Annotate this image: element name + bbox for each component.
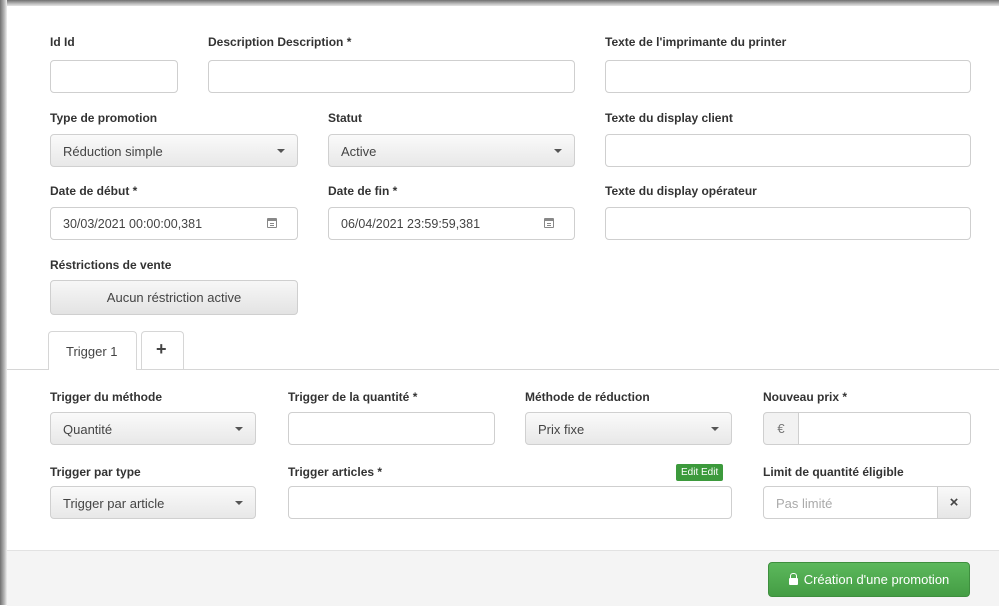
- close-icon[interactable]: ×: [937, 486, 971, 519]
- status-label: Statut: [328, 111, 362, 125]
- eligible-limit-input[interactable]: Pas limité: [763, 486, 938, 519]
- printer-text-label: Texte de l'imprimante du printer: [605, 35, 787, 49]
- chevron-down-icon: [277, 149, 285, 153]
- chevron-down-icon: [235, 427, 243, 431]
- trigger-articles-input[interactable]: [288, 486, 732, 519]
- tab-add[interactable]: +: [141, 331, 184, 369]
- window-left-edge: [0, 0, 7, 605]
- lock-icon: [788, 573, 798, 585]
- start-date-label: Date de début *: [50, 184, 138, 198]
- chevron-down-icon: [554, 149, 562, 153]
- chevron-down-icon: [235, 501, 243, 505]
- trigger-by-type-label: Trigger par type: [50, 465, 141, 479]
- tab-trigger-1[interactable]: Trigger 1: [48, 331, 137, 370]
- trigger-method-select[interactable]: Quantité: [50, 412, 256, 445]
- promotion-type-label: Type de promotion: [50, 111, 158, 125]
- client-display-label: Texte du display client: [605, 111, 733, 125]
- start-date-value: 30/03/2021 00:00:00,381: [63, 217, 203, 231]
- trigger-by-type-value: Trigger par article: [63, 496, 165, 511]
- operator-display-input[interactable]: [605, 207, 971, 240]
- description-input[interactable]: [208, 60, 575, 93]
- edit-button[interactable]: Edit Edit: [676, 464, 724, 481]
- plus-icon: +: [156, 339, 167, 359]
- calendar-icon[interactable]: [544, 218, 554, 228]
- trigger-method-label: Trigger du méthode: [50, 390, 163, 404]
- end-date-value: 06/04/2021 23:59:59,381: [341, 217, 481, 231]
- end-date-input[interactable]: 06/04/2021 23:59:59,381: [328, 207, 575, 240]
- new-price-label: Nouveau prix *: [763, 390, 848, 404]
- sales-restrictions-button[interactable]: Aucun réstriction active: [50, 280, 298, 315]
- status-select[interactable]: Active: [328, 134, 575, 167]
- sales-restrictions-label: Réstrictions de vente: [50, 258, 172, 272]
- id-label: Id Id: [50, 35, 75, 49]
- eligible-limit-label: Limit de quantité éligible: [763, 465, 904, 479]
- window-top-edge: [0, 0, 999, 6]
- printer-text-input[interactable]: [605, 60, 971, 93]
- trigger-quantity-label: Trigger de la quantité *: [288, 390, 418, 404]
- reduction-method-value: Prix fixe: [538, 422, 585, 437]
- tab-trigger-1-label: Trigger 1: [66, 344, 118, 359]
- promotion-type-value: Réduction simple: [63, 144, 163, 159]
- create-promotion-button[interactable]: Création d'une promotion: [768, 562, 970, 597]
- end-date-label: Date de fin *: [328, 184, 398, 198]
- operator-display-label: Texte du display opérateur: [605, 184, 757, 198]
- calendar-icon[interactable]: [267, 218, 277, 228]
- trigger-articles-label: Trigger articles *: [288, 465, 383, 479]
- reduction-method-select[interactable]: Prix fixe: [525, 412, 732, 445]
- client-display-input[interactable]: [605, 134, 971, 167]
- trigger-method-value: Quantité: [63, 422, 113, 437]
- euro-addon: €: [763, 412, 799, 445]
- description-label: Description Description *: [208, 35, 352, 49]
- start-date-input[interactable]: 30/03/2021 00:00:00,381: [50, 207, 298, 240]
- eligible-limit-placeholder: Pas limité: [776, 496, 833, 511]
- trigger-quantity-input[interactable]: [288, 412, 495, 445]
- status-value: Active: [341, 144, 377, 159]
- chevron-down-icon: [711, 427, 719, 431]
- promotion-type-select[interactable]: Réduction simple: [50, 134, 298, 167]
- create-promotion-label: Création d'une promotion: [803, 572, 950, 587]
- new-price-input[interactable]: [798, 412, 971, 445]
- id-input[interactable]: [50, 60, 178, 93]
- trigger-by-type-select[interactable]: Trigger par article: [50, 486, 256, 519]
- tabs-divider: [7, 369, 999, 370]
- reduction-method-label: Méthode de réduction: [525, 390, 650, 404]
